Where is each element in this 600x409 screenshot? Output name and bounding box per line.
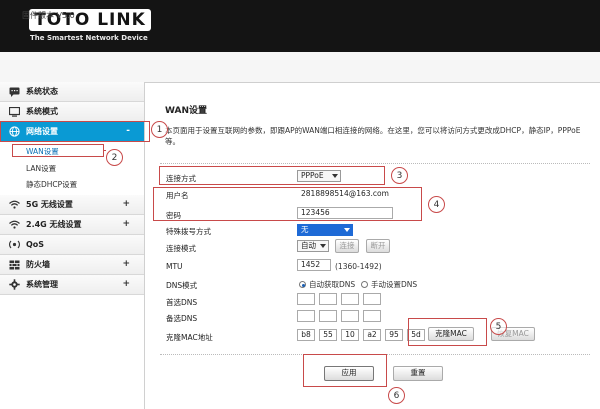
dns-auto-label: 自动获取DNS [309, 280, 356, 289]
chevron-down-icon [344, 228, 350, 232]
sidebar-subitem-lan[interactable]: LAN设置 [26, 163, 56, 174]
page-description: 本页面用于设置互联网的参数，即跟AP的WAN端口相连接的网络。在这里，您可以将访… [165, 126, 581, 146]
annotation-box-2 [12, 144, 104, 157]
mtu-range-hint: (1360-1492) [335, 262, 382, 271]
expand-icon[interactable]: + [122, 279, 130, 289]
qos-icon [8, 239, 20, 251]
sidebar-item-system-mode[interactable]: 系统模式 [0, 102, 144, 122]
mtu-label: MTU [166, 262, 183, 271]
sidebar-item-label: QoS [26, 240, 45, 249]
gear-icon [8, 279, 20, 291]
dns2-octet-3[interactable] [341, 310, 359, 322]
mac-part-3[interactable]: 10 [341, 329, 359, 341]
dns2-label: 备选DNS [166, 314, 198, 323]
firmware-version: 固件版本 V5.0 [22, 11, 75, 20]
mac-part-4[interactable]: a2 [363, 329, 381, 341]
annotation-marker-1: 1 [151, 121, 168, 138]
dns-manual-radio[interactable] [361, 281, 368, 288]
dns1-label: 首选DNS [166, 298, 198, 307]
dns1-octet-4[interactable] [363, 293, 381, 305]
special-dial-select[interactable]: 无 [297, 224, 353, 236]
mac-part-1[interactable]: b8 [297, 329, 315, 341]
sidebar-item-24g-wireless[interactable]: 2.4G 无线设置 + [0, 215, 144, 235]
monitor-icon [8, 106, 20, 118]
sidebar-item-system-admin[interactable]: 系统管理 + [0, 275, 144, 295]
annotation-box-6 [303, 354, 387, 387]
annotation-box-4 [153, 187, 422, 221]
annotation-box-1 [0, 121, 150, 142]
annotation-marker-5: 5 [490, 318, 507, 335]
mac-label: 克隆MAC地址 [166, 333, 213, 342]
sidebar-item-label: 防火墙 [26, 260, 50, 269]
sidebar-item-qos[interactable]: QoS [0, 235, 144, 255]
dns2-octet-4[interactable] [363, 310, 381, 322]
sidebar-item-firewall[interactable]: 防火墙 + [0, 255, 144, 275]
annotation-line-2 [104, 150, 106, 151]
sidebar-subitem-static-dhcp[interactable]: 静态DHCP设置 [26, 179, 77, 190]
dns-manual-label: 手动设置DNS [371, 280, 418, 289]
mtu-input[interactable]: 1452 [297, 259, 331, 271]
sidebar-item-label: 5G 无线设置 [26, 200, 73, 209]
page-title: WAN设置 [165, 106, 208, 116]
chat-icon [8, 86, 20, 98]
conn-mode-label: 连接模式 [166, 244, 196, 253]
annotation-marker-3: 3 [391, 167, 408, 184]
annotation-marker-4: 4 [428, 196, 445, 213]
disconnect-button[interactable]: 断开 [366, 239, 390, 253]
annotation-marker-2: 2 [106, 149, 123, 166]
conn-mode-value: 自动 [301, 241, 316, 250]
sidebar-item-label: 系统状态 [26, 87, 58, 96]
dns1-octet-3[interactable] [341, 293, 359, 305]
mac-part-2[interactable]: 55 [319, 329, 337, 341]
dns-auto-radio[interactable] [299, 281, 306, 288]
dns-mode-label: DNS模式 [166, 281, 198, 290]
expand-icon[interactable]: + [122, 259, 130, 269]
annotation-marker-6: 6 [388, 387, 405, 404]
expand-icon[interactable]: + [122, 199, 130, 209]
expand-icon[interactable]: + [122, 219, 130, 229]
wifi-icon [8, 219, 20, 231]
dns2-octet-1[interactable] [297, 310, 315, 322]
connect-button[interactable]: 连接 [335, 239, 359, 253]
special-dial-label: 特殊拨号方式 [166, 227, 211, 236]
dns1-octet-1[interactable] [297, 293, 315, 305]
annotation-box-3 [159, 166, 385, 185]
conn-mode-select[interactable]: 自动 [297, 240, 329, 252]
mac-part-5[interactable]: 95 [385, 329, 403, 341]
sidebar-item-label: 系统管理 [26, 280, 58, 289]
reset-button[interactable]: 重置 [393, 366, 443, 381]
firmware-bar [0, 52, 600, 83]
firewall-icon [8, 259, 20, 271]
special-dial-value: 无 [301, 225, 309, 234]
wifi-icon [8, 199, 20, 211]
dns1-octet-2[interactable] [319, 293, 337, 305]
divider [160, 163, 590, 164]
brand-tagline: The Smartest Network Device [30, 34, 148, 42]
sidebar-item-5g-wireless[interactable]: 5G 无线设置 + [0, 195, 144, 215]
sidebar-item-label: 系统模式 [26, 107, 58, 116]
sidebar-item-label: 2.4G 无线设置 [26, 220, 82, 229]
sidebar-item-system-status[interactable]: 系统状态 [0, 82, 144, 102]
dns2-octet-2[interactable] [319, 310, 337, 322]
chevron-down-icon [320, 244, 326, 248]
annotation-box-5 [408, 318, 487, 346]
